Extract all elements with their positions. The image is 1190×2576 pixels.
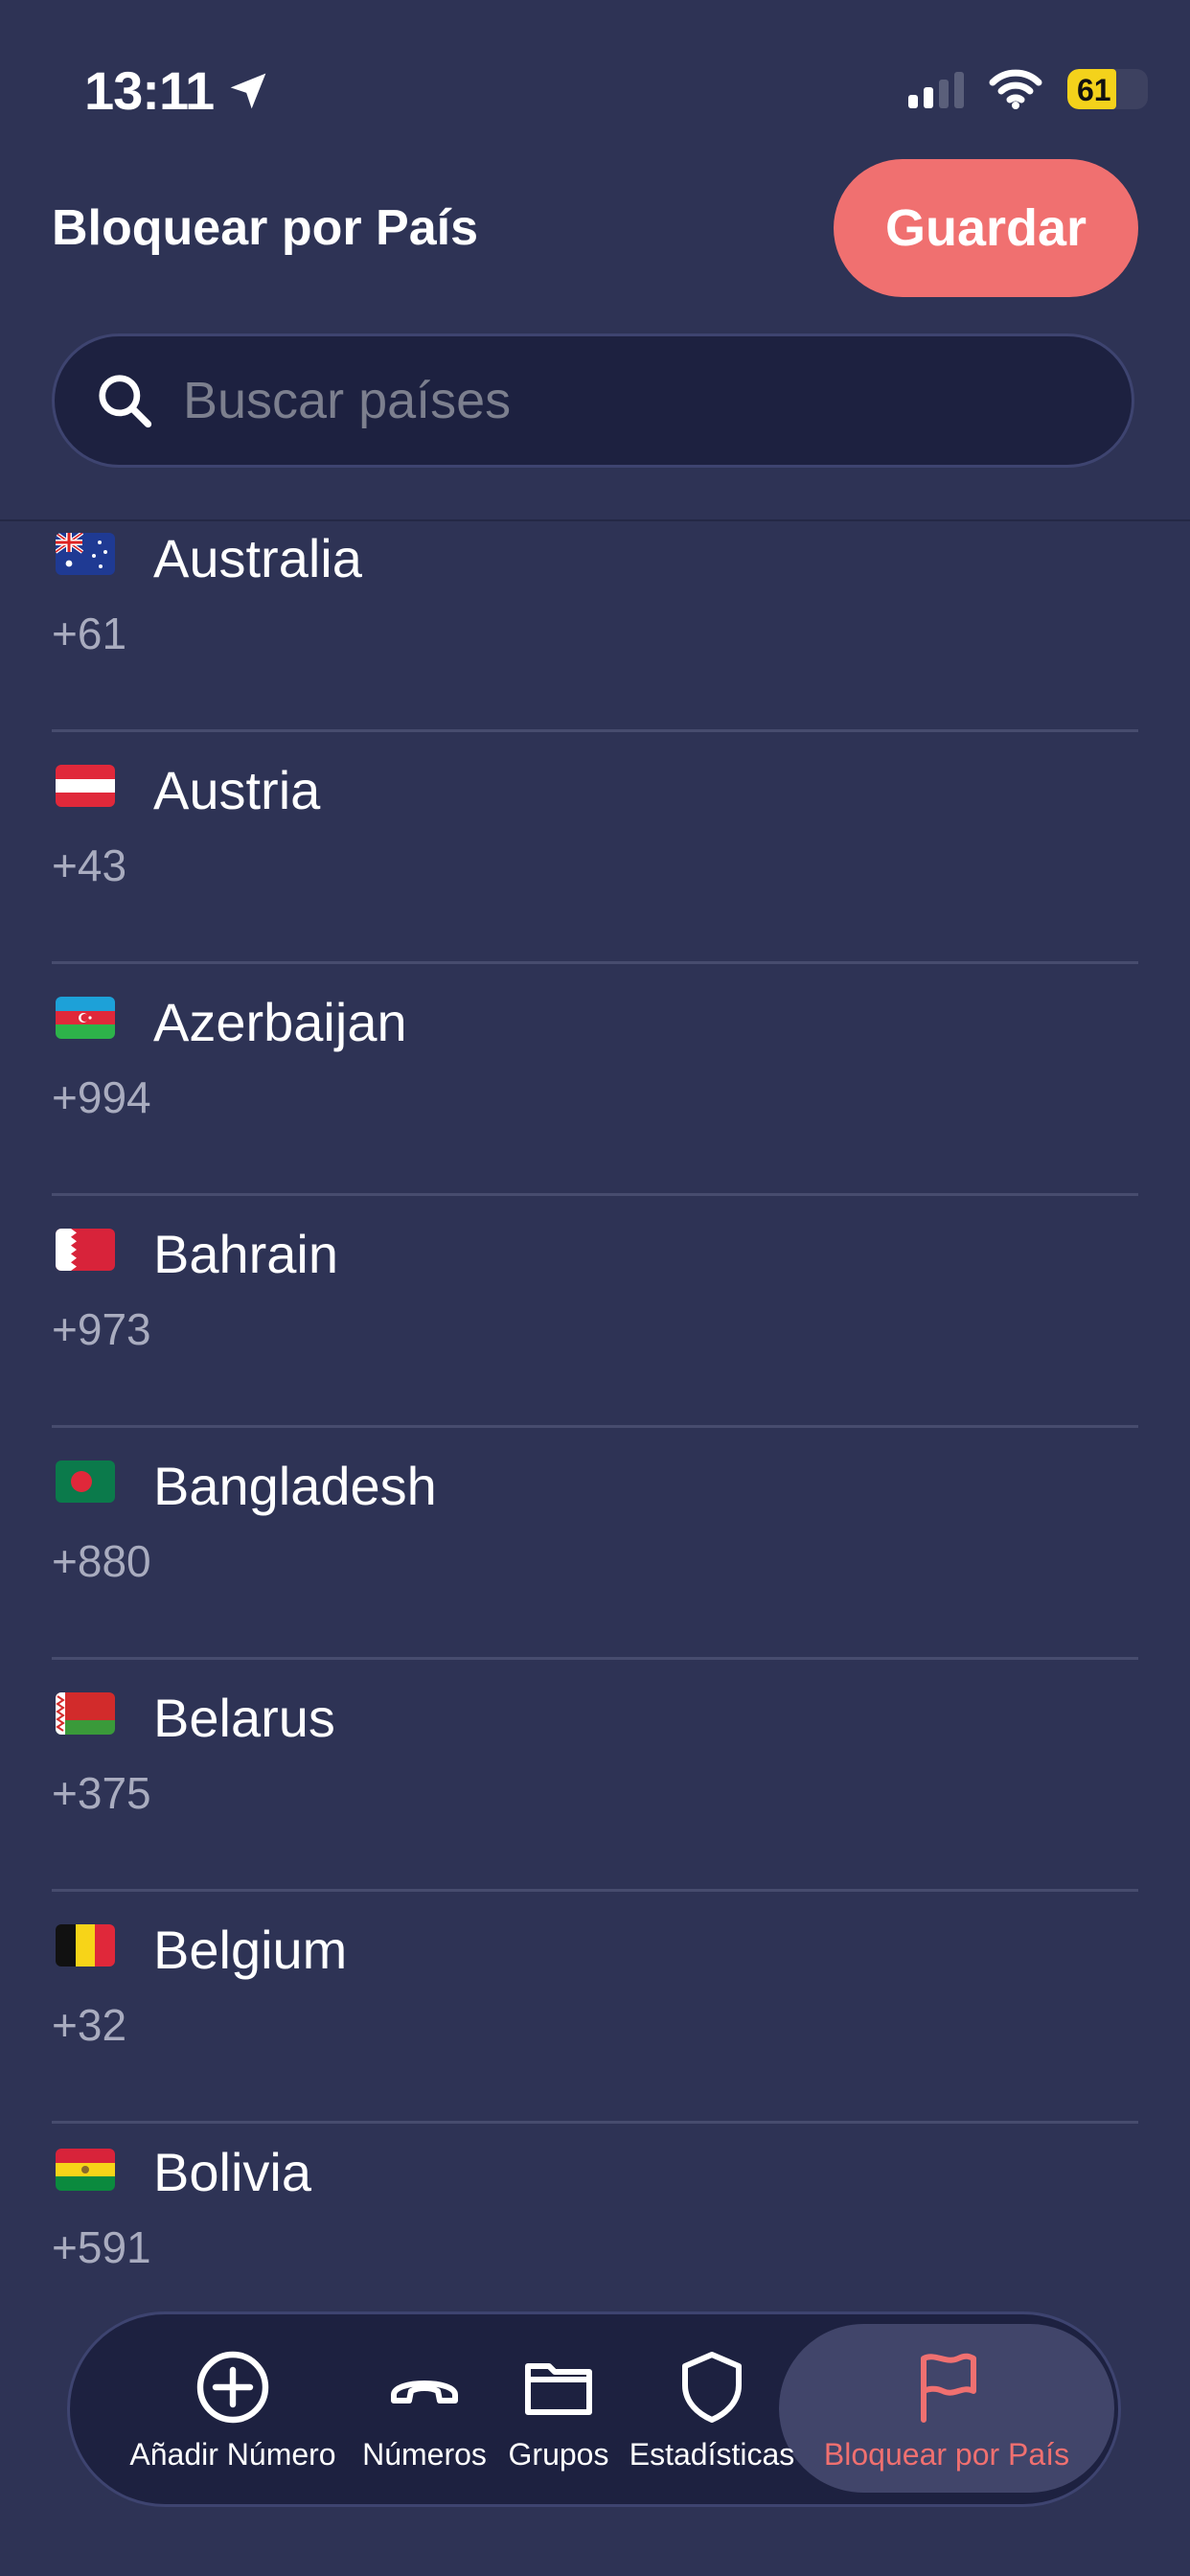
azerbaijan-flag-icon [56,997,115,1039]
country-code: +994 [52,1072,151,1122]
bangladesh-flag-icon [56,1460,115,1503]
country-code: +32 [52,2000,127,2050]
status-time: 13:11 [84,59,269,122]
country-name: Belgium [153,1920,348,1980]
plus-circle-icon [196,2351,269,2424]
country-name: Austria [153,760,321,820]
belarus-flag-icon [56,1692,115,1735]
tab-label: Grupos [508,2437,609,2472]
search-input[interactable] [181,370,1132,431]
tab-label: Bloquear por País [823,2437,1070,2472]
save-button[interactable]: Guardar [834,159,1138,297]
page-title: Bloquear por País [52,200,478,256]
status-time-text: 13:11 [84,60,215,121]
wifi-icon [989,69,1042,109]
battery-icon: 61 [1067,69,1148,109]
battery-percent: 61 [1077,73,1111,107]
country-list[interactable]: Australia +61 Austria +43 Azerbaijan +99… [0,521,1190,2304]
country-code: +61 [52,609,127,658]
tab-groups[interactable]: Grupos [492,2314,626,2504]
country-row-austria[interactable]: Austria +43 [52,732,1138,964]
country-row-belarus[interactable]: Belarus +375 [52,1660,1138,1892]
location-arrow-icon [230,73,266,108]
search-icon [99,375,152,428]
country-name: Australia [153,528,362,588]
status-indicators: 61 [908,69,1148,109]
country-row-bolivia[interactable]: Bolivia +591 [52,2124,1138,2304]
country-row-bangladesh[interactable]: Bangladesh +880 [52,1428,1138,1660]
country-code: +43 [52,840,127,890]
country-row-azerbaijan[interactable]: Azerbaijan +994 [52,964,1138,1196]
country-code: +973 [52,1304,151,1354]
cellular-signal-icon [908,70,964,108]
bolivia-flag-icon [56,2149,115,2191]
shield-icon [682,2352,742,2423]
flag-icon [921,2353,976,2423]
australia-flag-icon [56,533,115,575]
tab-label: Estadísticas [629,2437,795,2472]
country-row-australia[interactable]: Australia +61 [52,521,1138,732]
country-name: Belarus [153,1688,335,1748]
country-code: +375 [52,1768,151,1818]
country-name: Bangladesh [153,1456,437,1516]
folder-icon [525,2363,592,2415]
country-name: Bahrain [153,1224,339,1284]
search-bar[interactable] [52,334,1134,468]
country-row-belgium[interactable]: Belgium +32 [52,1892,1138,2124]
country-row-bahrain[interactable]: Bahrain +973 [52,1196,1138,1428]
tab-add-number[interactable]: Añadir Número [118,2314,348,2504]
belgium-flag-icon [56,1924,115,1966]
phone-icon [391,2380,458,2404]
tab-label: Números [362,2437,487,2472]
country-code: +591 [52,2222,151,2272]
tab-label: Añadir Número [129,2437,336,2472]
bahrain-flag-icon [56,1229,115,1271]
country-name: Bolivia [153,2142,311,2202]
country-code: +880 [52,1536,151,1586]
tab-block-by-country[interactable]: Bloquear por País [798,2314,1095,2504]
austria-flag-icon [56,765,115,807]
tab-bar: Añadir Número Números Grupos Estadística… [67,2312,1121,2507]
tab-numbers[interactable]: Números [348,2314,501,2504]
tab-statistics[interactable]: Estadísticas [626,2314,798,2504]
country-name: Azerbaijan [153,992,407,1052]
